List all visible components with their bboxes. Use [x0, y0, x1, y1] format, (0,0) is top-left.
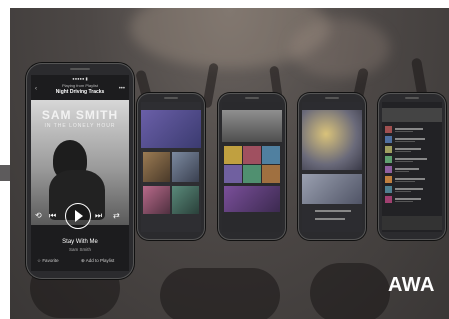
phone-speaker	[245, 97, 259, 99]
prev-icon[interactable]: ⏮	[49, 211, 56, 221]
crowd-silhouette	[310, 263, 390, 319]
track-row[interactable]	[305, 208, 359, 215]
mini-player[interactable]	[382, 216, 442, 230]
status-bar: ●●●●● ▮	[72, 76, 88, 81]
grid-tile[interactable]	[243, 165, 261, 183]
playlist-banner[interactable]	[302, 174, 362, 204]
phone-discover	[218, 93, 286, 240]
add-playlist-label: Add to Playlist	[85, 258, 115, 263]
add-to-playlist-button[interactable]: ⊕ Add to Playlist	[81, 258, 114, 264]
grid-tile[interactable]	[243, 146, 261, 164]
repeat-icon[interactable]: ⟲	[35, 211, 42, 220]
star-icon: ☆	[37, 258, 42, 263]
track-row[interactable]	[385, 176, 439, 183]
album-artist: SAM SMITH	[41, 108, 119, 122]
track-row[interactable]	[305, 216, 359, 223]
song-title: Stay With Me	[62, 239, 98, 245]
song-artist: Sam Smith	[68, 247, 91, 252]
crowd-silhouette	[160, 268, 280, 319]
track-row[interactable]	[385, 146, 439, 153]
track-row[interactable]	[385, 166, 439, 173]
slide-edge-tab	[0, 165, 10, 181]
play-button[interactable]	[65, 203, 91, 229]
grid-tile[interactable]	[224, 165, 242, 183]
now-playing-screen: ●●●●● ▮ ‹ Playing from Playlist Night Dr…	[31, 75, 129, 271]
track-row[interactable]	[385, 196, 439, 203]
tracklist-screen	[382, 102, 442, 232]
plus-icon: ⊕	[81, 258, 85, 263]
awa-logo: AWA	[387, 274, 435, 296]
playlist-cover	[302, 110, 362, 170]
phone-speaker	[164, 97, 178, 99]
phone-speaker	[325, 97, 339, 99]
player-actions: ☆ Favorite ⊕ Add to Playlist	[31, 258, 129, 268]
favorite-label: Favorite	[42, 258, 59, 263]
phone-speaker	[405, 97, 419, 99]
header-title: Night Driving Tracks	[55, 89, 105, 95]
wide-tile[interactable]	[224, 186, 280, 212]
back-icon[interactable]: ‹	[35, 86, 37, 92]
track-row[interactable]	[385, 156, 439, 163]
next-icon[interactable]: ⏭	[95, 211, 102, 221]
promo-slide: ●●●●● ▮ ‹ Playing from Playlist Night Dr…	[10, 8, 449, 319]
song-info: Stay With Me Sam Smith	[31, 238, 129, 254]
more-icon[interactable]: •••	[119, 86, 125, 92]
album-name: IN THE LONELY HOUR	[44, 123, 116, 129]
shuffle-icon[interactable]: ⇄	[113, 211, 120, 220]
phone-tracklist	[378, 93, 446, 240]
tracklist-header	[382, 108, 442, 122]
phone-speaker	[70, 68, 90, 70]
now-playing-header: ‹ Playing from Playlist Night Driving Tr…	[31, 82, 129, 100]
featured-tile[interactable]	[141, 110, 201, 148]
playlist-tile[interactable]	[172, 186, 199, 214]
stage-light	[290, 18, 390, 78]
grid-tile[interactable]	[224, 146, 242, 164]
home-screen	[141, 102, 201, 232]
header-subtitle: Playing from Playlist	[61, 83, 98, 88]
track-row[interactable]	[385, 126, 439, 133]
playlist-tile[interactable]	[172, 152, 199, 182]
phone-now-playing: ●●●●● ▮ ‹ Playing from Playlist Night Dr…	[26, 63, 134, 279]
banner-tile[interactable]	[222, 110, 282, 142]
grid-tile[interactable]	[262, 165, 280, 183]
playback-controls: ⟲ ⏮ ⏭ ⇄	[31, 203, 129, 237]
grid-tile[interactable]	[262, 146, 280, 164]
track-row[interactable]	[385, 186, 439, 193]
playlist-tile[interactable]	[143, 152, 170, 182]
favorite-button[interactable]: ☆ Favorite	[37, 258, 59, 264]
playlist-tile[interactable]	[143, 186, 170, 214]
phone-playlist	[298, 93, 366, 240]
playlist-screen	[302, 102, 362, 232]
phone-home	[137, 93, 205, 240]
track-row[interactable]	[385, 136, 439, 143]
discover-screen	[222, 102, 282, 232]
